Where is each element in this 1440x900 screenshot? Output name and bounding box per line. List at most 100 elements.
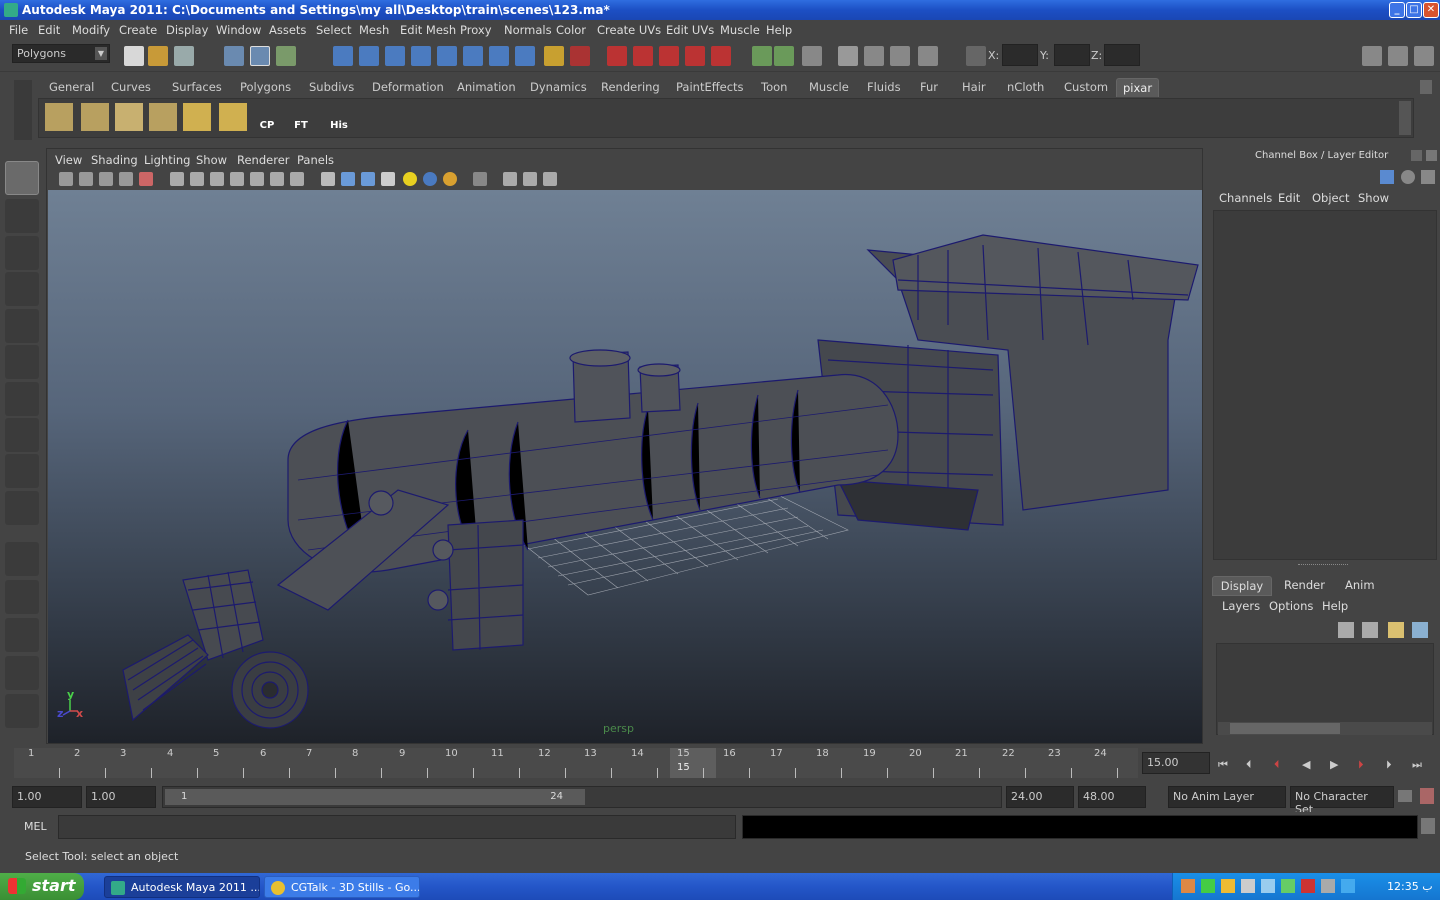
- anim-layer-dropdown[interactable]: No Anim Layer: [1168, 786, 1286, 808]
- tab-fur[interactable]: Fur: [914, 78, 944, 97]
- snap-plane-icon[interactable]: [685, 46, 705, 66]
- layer-horizontal-scrollbar[interactable]: [1218, 722, 1432, 735]
- current-time-field[interactable]: 15.00: [1142, 752, 1210, 774]
- time-ruler[interactable]: 1 2 3 4 5 6 7 8 9 10 11 12 13 14 15 16 1…: [14, 748, 1138, 778]
- z-field[interactable]: [1104, 44, 1140, 66]
- all-lights-icon[interactable]: [423, 172, 437, 186]
- rotate-tool-icon[interactable]: [5, 309, 39, 343]
- move-tool-icon[interactable]: [5, 272, 39, 306]
- surface-mask-icon[interactable]: [411, 46, 431, 66]
- paint-select-tool-icon[interactable]: [5, 236, 39, 270]
- y-field[interactable]: [1054, 44, 1090, 66]
- select-component-icon[interactable]: [276, 46, 296, 66]
- volume-icon[interactable]: [1321, 879, 1335, 893]
- two-d-pan-icon[interactable]: [139, 172, 153, 186]
- xray-icon[interactable]: [503, 172, 517, 186]
- resolution-gate-icon[interactable]: [210, 172, 224, 186]
- textured-icon[interactable]: [381, 172, 395, 186]
- attribute-icon[interactable]: [1421, 170, 1435, 184]
- tab-toon[interactable]: Toon: [755, 78, 793, 97]
- field-chart-icon[interactable]: [250, 172, 264, 186]
- play-backward-icon[interactable]: ◀: [1302, 758, 1322, 771]
- trash-icon[interactable]: [1420, 80, 1432, 94]
- wireframe-on-shaded-icon[interactable]: [361, 172, 375, 186]
- mel-label[interactable]: MEL: [24, 820, 47, 833]
- select-hierarchy-icon[interactable]: [224, 46, 244, 66]
- panel-menu-renderer[interactable]: Renderer: [237, 153, 290, 167]
- channel-list[interactable]: [1213, 210, 1437, 560]
- ipr-render-icon[interactable]: [890, 46, 910, 66]
- panel-menu-view[interactable]: View: [55, 153, 82, 167]
- menu-create[interactable]: Create: [119, 23, 157, 37]
- step-forward-key-icon[interactable]: ⏵: [1386, 758, 1406, 771]
- make-live-icon[interactable]: [711, 46, 731, 66]
- go-to-end-icon[interactable]: ⏭: [1412, 758, 1432, 771]
- joint-mask-icon[interactable]: [359, 46, 379, 66]
- step-back-frame-icon[interactable]: ⏴: [1274, 758, 1294, 771]
- hypershade-layout-icon[interactable]: [5, 694, 39, 728]
- animation-prefs-icon[interactable]: [1420, 788, 1434, 804]
- tab-subdivs[interactable]: Subdivs: [303, 78, 360, 97]
- gate-mask-icon[interactable]: [230, 172, 244, 186]
- snap-grid-icon[interactable]: [607, 46, 627, 66]
- channel-menu-channels[interactable]: Channels: [1219, 191, 1272, 205]
- open-scene-icon[interactable]: [148, 46, 168, 66]
- default-light-icon[interactable]: [403, 172, 417, 186]
- tab-general[interactable]: General: [43, 78, 100, 97]
- poly-select-icon[interactable]: [183, 103, 211, 131]
- channel-box-icon[interactable]: [1380, 170, 1394, 184]
- range-track[interactable]: 1 24: [162, 786, 1002, 808]
- menu-muscle[interactable]: Muscle: [720, 23, 760, 37]
- taskbar-item-browser[interactable]: CGTalk - 3D Stills - Go...: [264, 876, 420, 898]
- panel-menu-panels[interactable]: Panels: [297, 153, 334, 167]
- render-view-icon[interactable]: [838, 46, 858, 66]
- single-pane-layout-icon[interactable]: [5, 542, 39, 576]
- misc-mask-icon[interactable]: [515, 46, 535, 66]
- menuset-dropdown[interactable]: Polygons ▼: [12, 44, 110, 63]
- safe-title-icon[interactable]: [290, 172, 304, 186]
- menu-assets[interactable]: Assets: [269, 23, 306, 37]
- poly-grid-icon[interactable]: [115, 103, 143, 131]
- graph-layout-icon[interactable]: [5, 656, 39, 690]
- menu-edit-uvs[interactable]: Edit UVs: [666, 23, 714, 37]
- tray-icon[interactable]: [1181, 879, 1195, 893]
- character-set-dropdown[interactable]: No Character Set: [1290, 786, 1394, 816]
- universal-manip-icon[interactable]: [5, 382, 39, 416]
- tab-muscle[interactable]: Muscle: [803, 78, 855, 97]
- tab-custom[interactable]: Custom: [1058, 78, 1114, 97]
- tab-pixar[interactable]: pixar: [1116, 78, 1160, 97]
- start-button[interactable]: start: [0, 873, 84, 900]
- numeric-input-icon[interactable]: [966, 46, 986, 66]
- highlight-selection-icon[interactable]: [570, 46, 590, 66]
- shelf-menu-handle[interactable]: [14, 80, 32, 140]
- move-layer-down-icon[interactable]: [1362, 622, 1378, 638]
- four-pane-layout-icon[interactable]: [5, 580, 39, 614]
- menu-normals[interactable]: Normals: [504, 23, 552, 37]
- tray-icon[interactable]: [1341, 879, 1355, 893]
- xray-joints-icon[interactable]: [523, 172, 537, 186]
- channel-menu-show[interactable]: Show: [1358, 191, 1389, 205]
- mel-input[interactable]: [58, 815, 736, 839]
- shelf-scroll-arrows[interactable]: [1399, 101, 1411, 135]
- isolate-select-icon[interactable]: [473, 172, 487, 186]
- smooth-shade-icon[interactable]: [341, 172, 355, 186]
- menu-window[interactable]: Window: [216, 23, 261, 37]
- last-tool-icon[interactable]: [5, 491, 39, 525]
- taskbar-item-maya[interactable]: Autodesk Maya 2011 ...: [104, 876, 260, 898]
- center-pivot-icon[interactable]: CP: [253, 103, 281, 131]
- tab-polygons[interactable]: Polygons: [234, 78, 297, 97]
- lasso-tool-icon[interactable]: [5, 199, 39, 233]
- tray-icon[interactable]: [1301, 879, 1315, 893]
- menu-modify[interactable]: Modify: [72, 23, 110, 37]
- panel-menu-shading[interactable]: Shading: [91, 153, 138, 167]
- select-object-icon[interactable]: [250, 46, 270, 66]
- tab-rendering[interactable]: Rendering: [595, 78, 666, 97]
- grid-toggle-icon[interactable]: [170, 172, 184, 186]
- channel-box-toggle-icon[interactable]: [1414, 46, 1434, 66]
- minimize-button[interactable]: _: [1389, 2, 1405, 18]
- close-button[interactable]: ✕: [1423, 2, 1439, 18]
- soft-mod-icon[interactable]: [5, 418, 39, 452]
- menu-display[interactable]: Display: [166, 23, 208, 37]
- layer-menu-options[interactable]: Options: [1269, 599, 1313, 613]
- tab-ncloth[interactable]: nCloth: [1001, 78, 1050, 97]
